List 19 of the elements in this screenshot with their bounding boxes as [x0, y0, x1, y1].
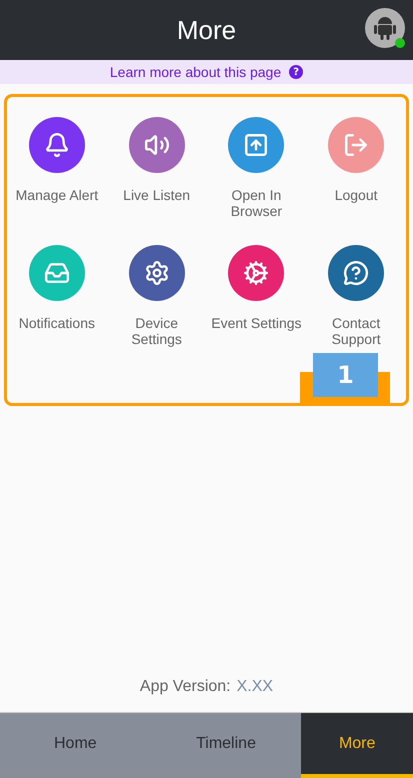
android-robot-icon	[374, 15, 396, 41]
menu-item[interactable]: Manage Alert	[10, 117, 104, 203]
page-title: More	[176, 14, 236, 46]
help-icon[interactable]: ?	[289, 65, 304, 79]
callout-number: 1	[313, 353, 378, 397]
menu-item[interactable]: Device Settings	[110, 245, 204, 347]
menu-item[interactable]: Open In Browser	[209, 117, 304, 219]
learn-more-link[interactable]: Learn more about this page	[110, 64, 282, 80]
menu-item[interactable]: Event Settings	[209, 245, 304, 331]
nav-tab[interactable]: Home	[0, 713, 151, 778]
menu-item[interactable]: Notifications	[10, 245, 104, 331]
menu-item[interactable]: Live Listen	[110, 117, 204, 203]
nav-tab[interactable]: Timeline	[150, 713, 302, 778]
avatar[interactable]	[365, 8, 405, 48]
nav-tab[interactable]: More	[301, 713, 413, 778]
menu-item[interactable]: Contact Support	[309, 245, 404, 347]
menu-item[interactable]: Logout	[309, 117, 404, 203]
version-value: X.XX	[236, 678, 274, 696]
version-label: App Version:	[140, 678, 231, 696]
